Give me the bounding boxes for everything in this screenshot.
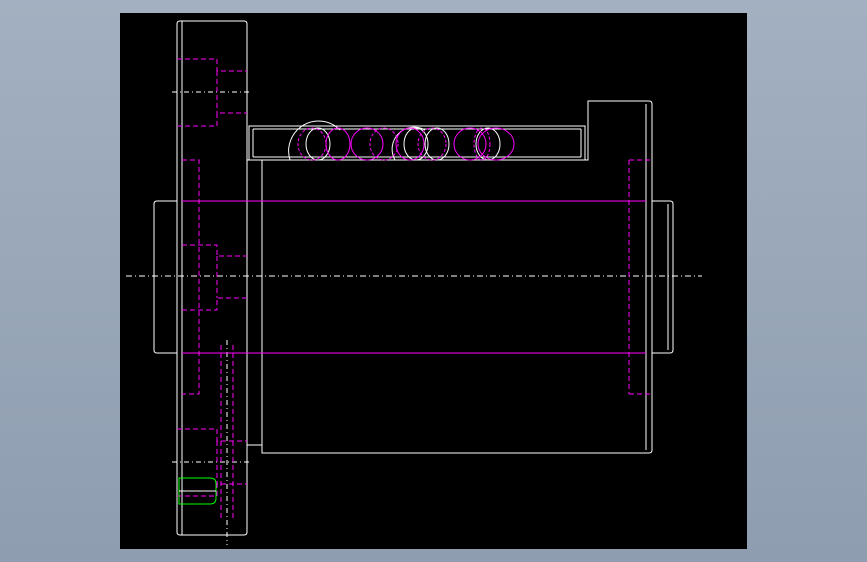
flange <box>176 20 248 536</box>
ball-hidden <box>350 127 384 161</box>
flange-outline <box>176 20 248 536</box>
left-hidden-step <box>182 159 200 395</box>
cad-window <box>0 0 867 562</box>
ball-arc <box>288 120 341 161</box>
ball-hidden <box>417 127 447 161</box>
ball-screw-nut-drawing <box>126 20 702 545</box>
bolt-hole-middle-hidden <box>182 244 247 311</box>
ball-hidden <box>297 127 327 161</box>
nut-body <box>247 100 653 454</box>
body-outline <box>247 100 653 454</box>
ball-outline <box>424 127 450 161</box>
return-tube <box>248 125 586 161</box>
right-protrusion <box>652 200 674 354</box>
ball-hidden <box>453 127 487 161</box>
ball-hidden <box>395 127 425 161</box>
ball-hidden <box>369 127 399 161</box>
screw-shaft-hidden <box>182 200 646 354</box>
ball-circuit <box>288 120 515 161</box>
right-seal-hidden <box>628 159 652 395</box>
left-protrusion <box>153 200 177 354</box>
return-tube-outline <box>248 125 586 161</box>
flange-hidden-features <box>177 58 247 520</box>
